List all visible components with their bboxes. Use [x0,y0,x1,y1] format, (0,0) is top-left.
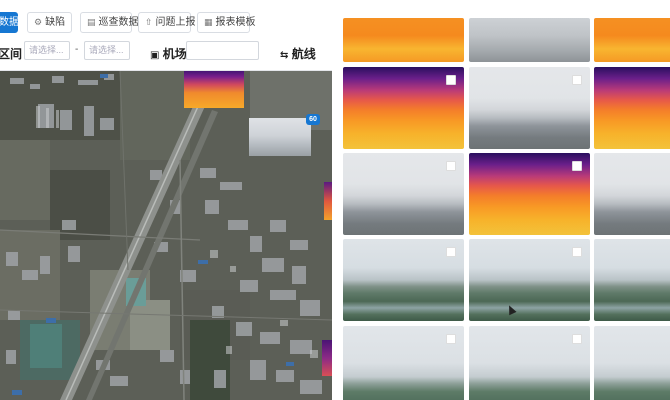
gallery-image-infrared[interactable] [343,18,464,62]
select-checkbox[interactable] [572,247,582,257]
infrared-thumbnail-marker[interactable] [184,70,244,108]
gallery-image-visible[interactable] [469,67,590,149]
data-button-label: 数据 [0,17,19,28]
defect-button[interactable]: ⚙ 缺陷 [27,12,72,33]
gallery-image-infrared[interactable] [469,153,590,235]
end-date-input[interactable]: 请选择... [84,41,130,60]
select-checkbox[interactable] [446,161,456,171]
select-checkbox[interactable] [446,75,456,85]
gallery-image-visible[interactable] [343,326,464,400]
map-panel: 60 数据 ⚙ 缺陷 ▤ 巡查数据 ⇧ 问题上报 ▦ 报表模板 区间 请选择..… [0,0,332,400]
report-icon: ▦ [204,17,213,27]
defect-button-label: 缺陷 [45,17,66,28]
visible-thumbnail-marker[interactable] [249,118,311,156]
thumbnail-count-badge: 60 [306,114,320,125]
gallery-image-visible[interactable] [469,18,590,62]
select-checkbox[interactable] [572,161,582,171]
gallery-image-visible[interactable] [469,239,590,321]
select-checkbox[interactable] [572,75,582,85]
gallery-image-infrared[interactable] [594,18,670,62]
inspection-data-label: 巡查数据 [98,17,139,28]
report-template-button[interactable]: ▦ 报表模板 [197,12,256,33]
image-gallery [332,0,670,400]
filter-bar: 区间 请选择... - 请选择... ▣ 机场 ⇆ 航线 [0,36,332,71]
airport-label-text: 机场 [162,47,187,61]
infrared-thumbnail-marker-edge[interactable] [322,340,332,376]
select-checkbox[interactable] [446,247,456,257]
gallery-image-visible[interactable] [343,239,464,321]
route-label-text: 航线 [291,47,316,61]
range-label: 区间 [0,47,23,61]
route-icon: ⇆ [280,50,289,61]
gallery-image-infrared[interactable] [594,67,670,149]
select-checkbox[interactable] [572,334,582,344]
gallery-image-visible[interactable] [469,326,590,400]
gallery-image-visible[interactable] [343,153,464,235]
gallery-image-visible[interactable] [594,239,670,321]
infrared-thumbnail-marker-edge[interactable] [324,182,332,220]
data-button[interactable]: 数据 [0,12,19,33]
select-checkbox[interactable] [446,334,456,344]
start-date-input[interactable]: 请选择... [24,41,70,60]
airport-icon: ▣ [150,50,160,61]
bug-icon: ⚙ [34,17,43,27]
airport-select[interactable] [186,41,259,60]
gallery-image-infrared[interactable] [343,67,464,149]
gallery-image-visible[interactable] [594,153,670,235]
report-template-label: 报表模板 [215,17,256,28]
upload-icon: ⇧ [145,17,153,27]
airport-label: ▣ 机场 [150,45,187,62]
issue-report-label: 问题上报 [155,17,196,28]
range-separator: - [75,44,79,55]
inspection-data-button[interactable]: ▤ 巡查数据 [80,12,139,33]
table-icon: ▤ [87,17,96,27]
route-label: ⇆ 航线 [280,45,316,62]
issue-report-button[interactable]: ⇧ 问题上报 [138,12,196,33]
gallery-image-visible[interactable] [594,326,670,400]
